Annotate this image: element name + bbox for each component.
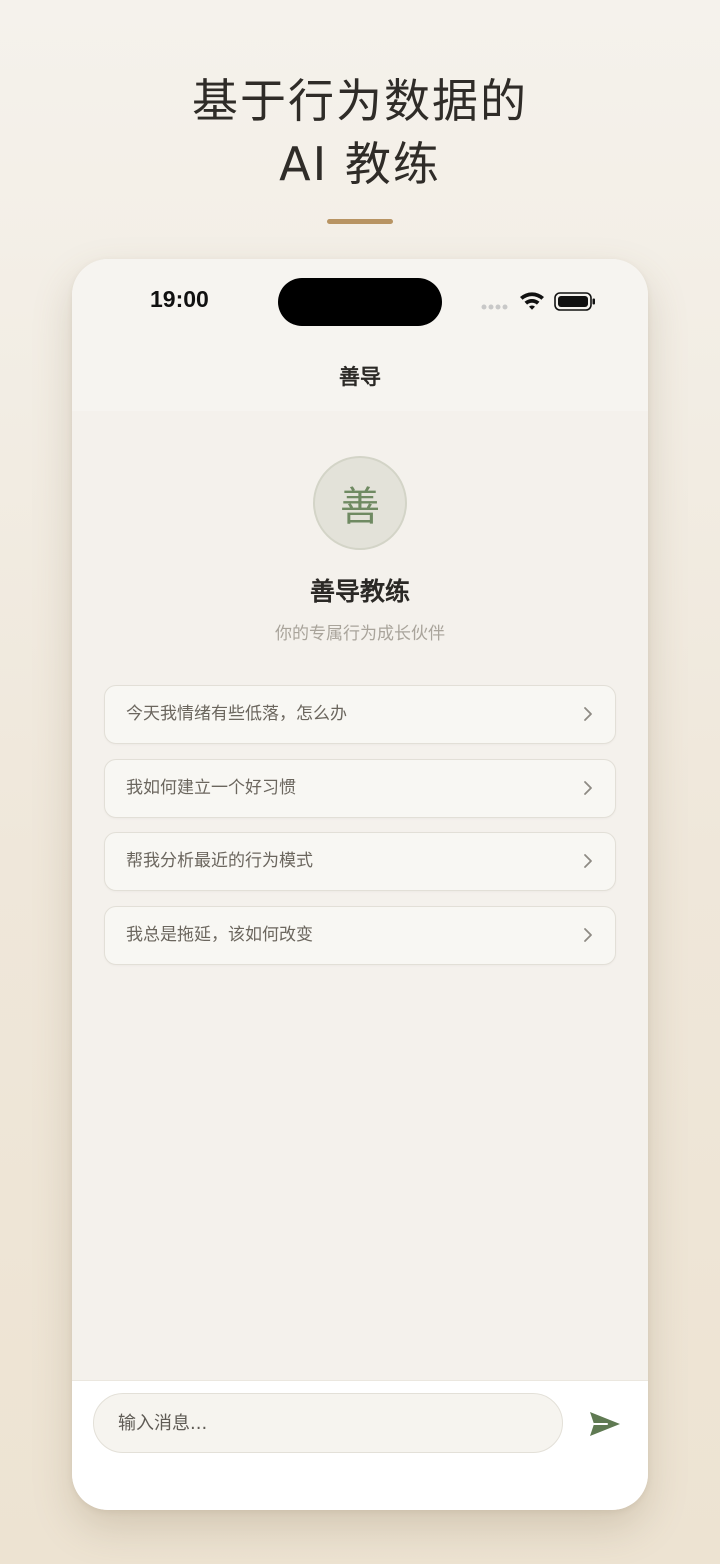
suggestion-item[interactable]: 帮我分析最近的行为模式: [104, 832, 616, 891]
battery-icon: [554, 292, 595, 311]
hero-divider: [327, 219, 393, 224]
hero-heading: 基于行为数据的 AI 教练: [0, 70, 720, 196]
chevron-right-icon: [584, 927, 592, 942]
dynamic-island: [278, 278, 442, 326]
send-icon[interactable]: [587, 1409, 623, 1439]
coach-subtitle: 你的专属行为成长伙伴: [275, 624, 445, 644]
phone-frame: 19:00 善导 善 善导教练 你的专属行为成长伙伴 今天我情绪有些低落，怎么办: [72, 259, 648, 1510]
suggestion-item[interactable]: 我总是拖延，该如何改变: [104, 905, 616, 965]
wifi-icon: [520, 292, 544, 310]
chevron-right-icon: [584, 707, 592, 721]
hero-title-line-1: 基于行为数据的: [192, 74, 528, 128]
suggestion-label: 我如何建立一个好习惯: [126, 777, 296, 798]
hero-title-line-2: AI 教练: [279, 137, 441, 191]
coach-avatar: 善: [313, 456, 407, 550]
suggestion-label: 帮我分析最近的行为模式: [126, 851, 313, 871]
chevron-right-icon: [584, 780, 592, 795]
suggestion-label: 我总是拖延，该如何改变: [126, 924, 313, 945]
suggestion-item[interactable]: 我如何建立一个好习惯: [104, 758, 616, 818]
suggestion-item[interactable]: 今天我情绪有些低落，怎么办: [104, 685, 616, 744]
avatar-glyph: 善: [340, 484, 380, 530]
message-input[interactable]: [93, 1393, 563, 1453]
suggestion-list: 今天我情绪有些低落，怎么办 我如何建立一个好习惯 帮我分析最近的行为模式 我总是…: [104, 685, 616, 979]
status-time: 19:00: [150, 286, 209, 312]
chevron-right-icon: [584, 854, 592, 868]
signal-dots-icon: [481, 304, 508, 310]
coach-name: 善导教练: [309, 577, 410, 606]
nav-title: 善导: [339, 365, 381, 389]
suggestion-label: 今天我情绪有些低落，怎么办: [126, 704, 347, 724]
status-icons: [481, 292, 595, 311]
composer-bar: [72, 1380, 648, 1510]
